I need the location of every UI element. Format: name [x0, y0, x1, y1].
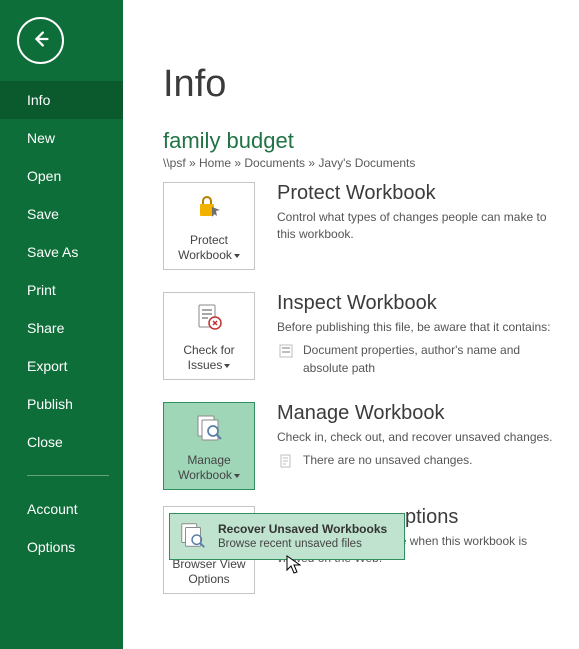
inspect-bullet: Document properties, author's name and a… [277, 342, 565, 377]
section-heading: Inspect Workbook [277, 292, 565, 315]
sidebar-item-print[interactable]: Print [0, 271, 123, 309]
sidebar-item-label: Info [27, 92, 50, 108]
manage-workbook-button[interactable]: Manage Workbook [163, 402, 255, 490]
inspect-icon [193, 301, 225, 337]
sidebar-item-options[interactable]: Options [0, 528, 123, 566]
recover-unsaved-workbooks-item[interactable]: Recover Unsaved Workbooks Browse recent … [169, 513, 405, 560]
breadcrumb: \\psf » Home » Documents » Javy's Docume… [163, 156, 565, 170]
sidebar-item-save-as[interactable]: Save As [0, 233, 123, 271]
sidebar-item-export[interactable]: Export [0, 347, 123, 385]
sidebar-item-info[interactable]: Info [0, 81, 123, 119]
sidebar-item-label: Publish [27, 396, 73, 412]
sidebar-item-label: Account [27, 501, 78, 517]
sidebar-item-new[interactable]: New [0, 119, 123, 157]
button-label: Manage Workbook [168, 453, 250, 483]
sidebar: Info New Open Save Save As Print Share E… [0, 0, 123, 649]
backstage-view: family budget [Last saved by user] - Exc… [0, 0, 579, 649]
protect-workbook-section: Protect Workbook Protect Workbook Contro… [163, 182, 565, 270]
sidebar-footer-items: Account Options [0, 490, 123, 566]
sidebar-item-open[interactable]: Open [0, 157, 123, 195]
popup-title: Recover Unsaved Workbooks [218, 521, 387, 537]
sidebar-item-label: Options [27, 539, 75, 555]
sidebar-item-label: Save As [27, 244, 78, 260]
inspect-workbook-section: Check for Issues Inspect Workbook Before… [163, 292, 565, 380]
section-heading: Protect Workbook [277, 182, 565, 205]
sidebar-item-label: Share [27, 320, 64, 336]
section-description: Control what types of changes people can… [277, 209, 565, 244]
sidebar-item-label: Close [27, 434, 63, 450]
popup-description: Browse recent unsaved files [218, 537, 387, 553]
page-title: Info [163, 63, 565, 106]
section-description: Before publishing this file, be aware th… [277, 319, 565, 336]
manage-workbook-section: Manage Workbook Manage Workbook Check in… [163, 402, 565, 490]
sidebar-item-label: Export [27, 358, 67, 374]
sidebar-item-publish[interactable]: Publish [0, 385, 123, 423]
document-title: family budget [163, 128, 565, 154]
bullet-icon [279, 344, 293, 358]
document-icon [279, 454, 293, 468]
recover-workbooks-icon [178, 520, 208, 553]
sidebar-item-account[interactable]: Account [0, 490, 123, 528]
sidebar-main-items: Info New Open Save Save As Print Share E… [0, 81, 123, 461]
arrow-left-icon [30, 28, 52, 53]
sidebar-divider [27, 475, 109, 476]
chevron-down-icon [234, 474, 240, 478]
manage-status-row: There are no unsaved changes. [277, 452, 565, 469]
sidebar-item-close[interactable]: Close [0, 423, 123, 461]
sidebar-item-save[interactable]: Save [0, 195, 123, 233]
sidebar-item-label: Open [27, 168, 61, 184]
back-button[interactable] [17, 17, 64, 64]
button-label: Browser View Options [168, 557, 250, 587]
sidebar-item-share[interactable]: Share [0, 309, 123, 347]
protect-workbook-button[interactable]: Protect Workbook [163, 182, 255, 270]
cursor-icon [286, 555, 301, 574]
sidebar-item-label: Save [27, 206, 59, 222]
chevron-down-icon [224, 364, 230, 368]
section-description: Check in, check out, and recover unsaved… [277, 429, 565, 446]
chevron-down-icon [234, 254, 240, 258]
inspect-workbook-body: Inspect Workbook Before publishing this … [277, 292, 565, 377]
bullet-text: Document properties, author's name and a… [303, 342, 565, 377]
lock-shield-icon [193, 191, 225, 227]
status-text: There are no unsaved changes. [303, 452, 472, 469]
popup-text: Recover Unsaved Workbooks Browse recent … [218, 521, 387, 553]
sidebar-item-label: Print [27, 282, 56, 298]
protect-workbook-body: Protect Workbook Control what types of c… [277, 182, 565, 250]
manage-workbook-icon [193, 411, 225, 447]
button-label: Check for Issues [168, 343, 250, 373]
button-label: Protect Workbook [168, 233, 250, 263]
sidebar-item-label: New [27, 130, 55, 146]
manage-workbook-body: Manage Workbook Check in, check out, and… [277, 402, 565, 470]
section-heading: Manage Workbook [277, 402, 565, 425]
check-for-issues-button[interactable]: Check for Issues [163, 292, 255, 380]
